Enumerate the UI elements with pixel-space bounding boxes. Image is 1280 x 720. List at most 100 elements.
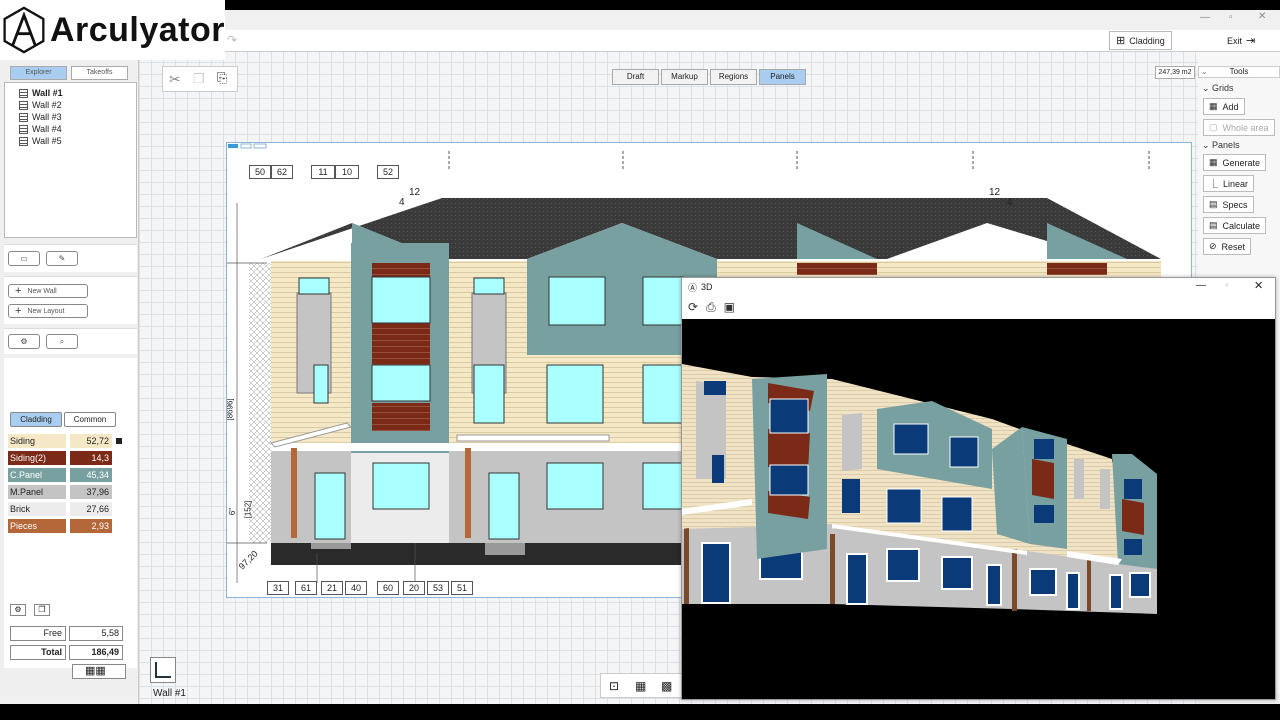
tree-item-label: Wall #1 [32,88,63,98]
dim-label: 10 [335,165,359,179]
elevation-view-button[interactable]: ▭ [8,251,40,266]
document-icon: ▤ [1209,199,1218,209]
camera-icon[interactable]: ⎙ [706,300,716,315]
copy-icon[interactable]: ❐ [193,71,205,87]
tab-regions[interactable]: Regions [710,69,757,85]
tree-item-label: Wall #2 [32,100,62,110]
cut-icon[interactable]: ✂ [169,71,181,88]
wall-icon [19,88,28,98]
total-label: Total [10,645,66,660]
settings-small-button[interactable]: ⚙ [10,604,26,616]
calculate-label: Calculate [1222,220,1261,231]
tree-item-wall[interactable]: Wall #3 [5,111,136,123]
tab-panels[interactable]: Panels [759,69,806,85]
whole-area-button[interactable]: ▢ Whole area [1203,119,1275,136]
cladding-icon: ⊞ [1116,35,1126,47]
material-row[interactable]: Brick 27,66 [8,502,126,516]
maximize-icon[interactable]: ▫ [1225,280,1229,291]
tree-item-wall[interactable]: Wall #4 [5,123,136,135]
material-name: Siding [8,434,66,448]
window-3d-titlebar[interactable]: Ⓐ 3D — ▫ ✕ [682,278,1275,296]
material-row[interactable]: Siding(2) 14,3 [8,451,126,465]
new-layout-button[interactable]: + New Layout [8,304,88,318]
pattern-view-icon[interactable]: ▩ [661,679,672,693]
edit-view-button[interactable]: ✎ [46,251,78,266]
edit-icon: ✎ [58,254,66,263]
small-dimension: [152] [243,500,253,519]
exit-button[interactable]: Exit ⇥ [1221,31,1262,50]
dim-label: 52 [377,165,399,179]
wall-thumbnail[interactable] [150,657,176,683]
calculate-button[interactable]: ▤ Calculate [1203,217,1267,234]
exit-icon: ⇥ [1246,35,1256,47]
exit-label: Exit [1227,35,1243,46]
six-inch-dimension: 6" [228,507,238,516]
minimize-app-icon[interactable]: — [1200,12,1210,23]
table-view-button[interactable]: ▦▦ [72,664,126,679]
panels-section[interactable]: ⌄ Panels [1202,140,1240,151]
edit-toolbar: ✂ ❐ ⎘ [162,66,238,92]
close-app-icon[interactable]: ✕ [1258,11,1266,22]
tab-common[interactable]: Common [64,412,116,427]
tab-markup[interactable]: Markup [661,69,708,85]
settings-tool-button[interactable]: ⚙ [8,334,40,349]
app-small-icon: Ⓐ [688,282,698,293]
tab-takeoffs[interactable]: Takeoffs [71,66,128,80]
elevation-icon: ▭ [20,254,28,263]
grids-section[interactable]: ⌄ Grids [1202,83,1234,94]
model-3d [682,364,1157,614]
chevron-down-icon: ⌄ [1201,67,1208,76]
minimize-icon[interactable]: — [1196,280,1206,291]
save-icon[interactable]: ▣ [724,300,735,314]
specs-button[interactable]: ▤ Specs [1203,196,1254,213]
viewport-3d[interactable] [682,319,1275,699]
inspect-tool-button[interactable]: ⌕ [46,334,78,349]
tree-item-label: Wall #3 [32,112,62,122]
grid-view-icon[interactable]: ▦ [635,679,646,693]
plus-icon: + [15,305,22,317]
cladding-button[interactable]: ⊞ Cladding [1109,31,1172,50]
material-value: 45,34 [70,468,112,482]
generate-button[interactable]: ▦ Generate [1203,154,1267,171]
generate-icon: ▦ [1209,157,1218,167]
tree-item-wall[interactable]: Wall #1 [5,87,136,99]
total-value: 186,49 [69,645,123,660]
reset-button[interactable]: ⊘ Reset [1203,238,1252,255]
frame-tab[interactable] [228,144,238,148]
tree-item-wall[interactable]: Wall #2 [5,99,136,111]
restore-app-icon[interactable]: ▫ [1229,12,1233,23]
tab-explorer[interactable]: Explorer [10,66,67,80]
material-row[interactable]: C.Panel 45,34 [8,468,126,482]
redo-icon[interactable]: ↷ [227,33,237,47]
paste-icon[interactable]: ⎘ [217,70,227,86]
tree-item-wall[interactable]: Wall #5 [5,135,136,147]
dim-label: 20 [403,581,425,595]
linear-label: Linear [1223,178,1249,189]
linear-button[interactable]: ⎿ Linear [1203,175,1255,192]
slope-rise: 12 [989,187,1001,198]
copy-small-button[interactable]: ❐ [34,604,50,616]
app-logo: Arculyator [0,0,225,60]
wall-icon [19,112,28,122]
material-row[interactable]: Pieces 2,93 [8,519,126,533]
free-row: Free 5,58 [10,626,126,641]
tools-header[interactable]: ⌄ Tools [1198,66,1280,78]
tab-draft[interactable]: Draft [612,69,659,85]
search-icon: ⌕ [59,336,65,346]
material-row[interactable]: M.Panel 37,96 [8,485,126,499]
new-layout-label: New Layout [27,307,65,315]
tools-title: Tools [1229,67,1249,76]
new-wall-button[interactable]: + New Wall [8,284,88,298]
wall-tools-panel: ⚙ ⌕ [4,328,137,354]
close-icon[interactable]: ✕ [1254,279,1263,292]
add-grid-button[interactable]: ▦ Add [1203,98,1245,115]
logo-icon [3,6,45,54]
dim-label: 51 [451,581,473,595]
material-row[interactable]: Siding 52,72 [8,434,126,448]
rotate-icon[interactable]: ⟳ [688,300,698,314]
dim-label: 40 [345,581,367,595]
left-sidebar: Explorer Takeoffs Wall #1 Wall #2 Wall #… [0,52,138,694]
tab-cladding[interactable]: Cladding [10,412,62,427]
dim-label: 53 [427,581,449,595]
zoom-fit-icon[interactable]: ⊡ [609,679,619,693]
